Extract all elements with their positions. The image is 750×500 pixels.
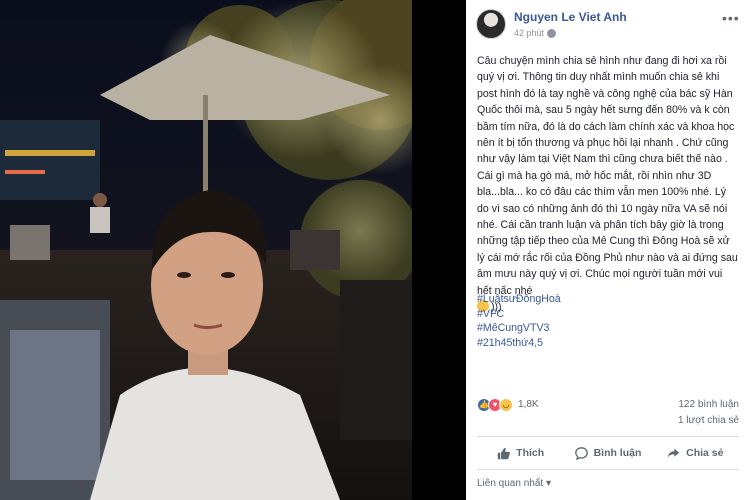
hashtag-link[interactable]: #MêCungVTV3 <box>477 321 561 336</box>
post-body: Câu chuyện mình chia sẻ hình như đang đi… <box>477 53 739 316</box>
post-panel: Nguyen Le Viet Anh 42 phút ••• Câu chuyệ… <box>466 0 750 500</box>
post-header: Nguyen Le Viet Anh 42 phút ••• <box>466 0 750 46</box>
share-button[interactable]: Chia sẻ <box>652 437 739 469</box>
reaction-count[interactable]: 1,8K <box>518 399 539 410</box>
share-label: Chia sẻ <box>686 447 724 459</box>
comment-icon <box>574 446 588 460</box>
post-body-text: Câu chuyện mình chia sẻ hình như đang đi… <box>477 55 738 297</box>
post-time[interactable]: 42 phút <box>514 28 557 38</box>
share-icon <box>667 448 680 458</box>
post-stats: 👍 ♥ ◡ 1,8K 122 bình luận 1 lượt chia sẻ <box>477 396 739 426</box>
author-name[interactable]: Nguyen Le Viet Anh <box>514 10 627 24</box>
selfie-image <box>0 0 466 500</box>
comment-label: Bình luận <box>593 447 642 459</box>
like-button[interactable]: Thích <box>477 437 564 469</box>
thumb-icon <box>497 447 511 459</box>
hashtag-link[interactable]: #VFC <box>477 307 561 322</box>
avatar[interactable] <box>476 9 506 39</box>
haha-icon[interactable]: ◡ <box>499 398 513 412</box>
like-label: Thích <box>516 447 545 459</box>
more-icon[interactable]: ••• <box>722 10 740 26</box>
comment-button[interactable]: Bình luận <box>564 437 651 469</box>
globe-icon <box>547 28 557 38</box>
share-count[interactable]: 1 lượt chia sẻ <box>678 415 739 426</box>
action-bar: Thích Bình luận Chia sẻ <box>477 436 739 470</box>
hashtag-link[interactable]: #LuậtsưĐôngHoà <box>477 292 561 307</box>
comment-sort-dropdown[interactable]: Liên quan nhất ▾ <box>477 478 551 489</box>
hashtag-link[interactable]: #21h45thứ4,5 <box>477 336 561 351</box>
hashtag-list: #LuậtsưĐôngHoà #VFC #MêCungVTV3 #21h45th… <box>477 292 561 350</box>
post-time-label[interactable]: 42 phút <box>514 28 544 38</box>
comment-count[interactable]: 122 bình luận <box>678 399 739 410</box>
post-photo[interactable] <box>0 0 466 500</box>
